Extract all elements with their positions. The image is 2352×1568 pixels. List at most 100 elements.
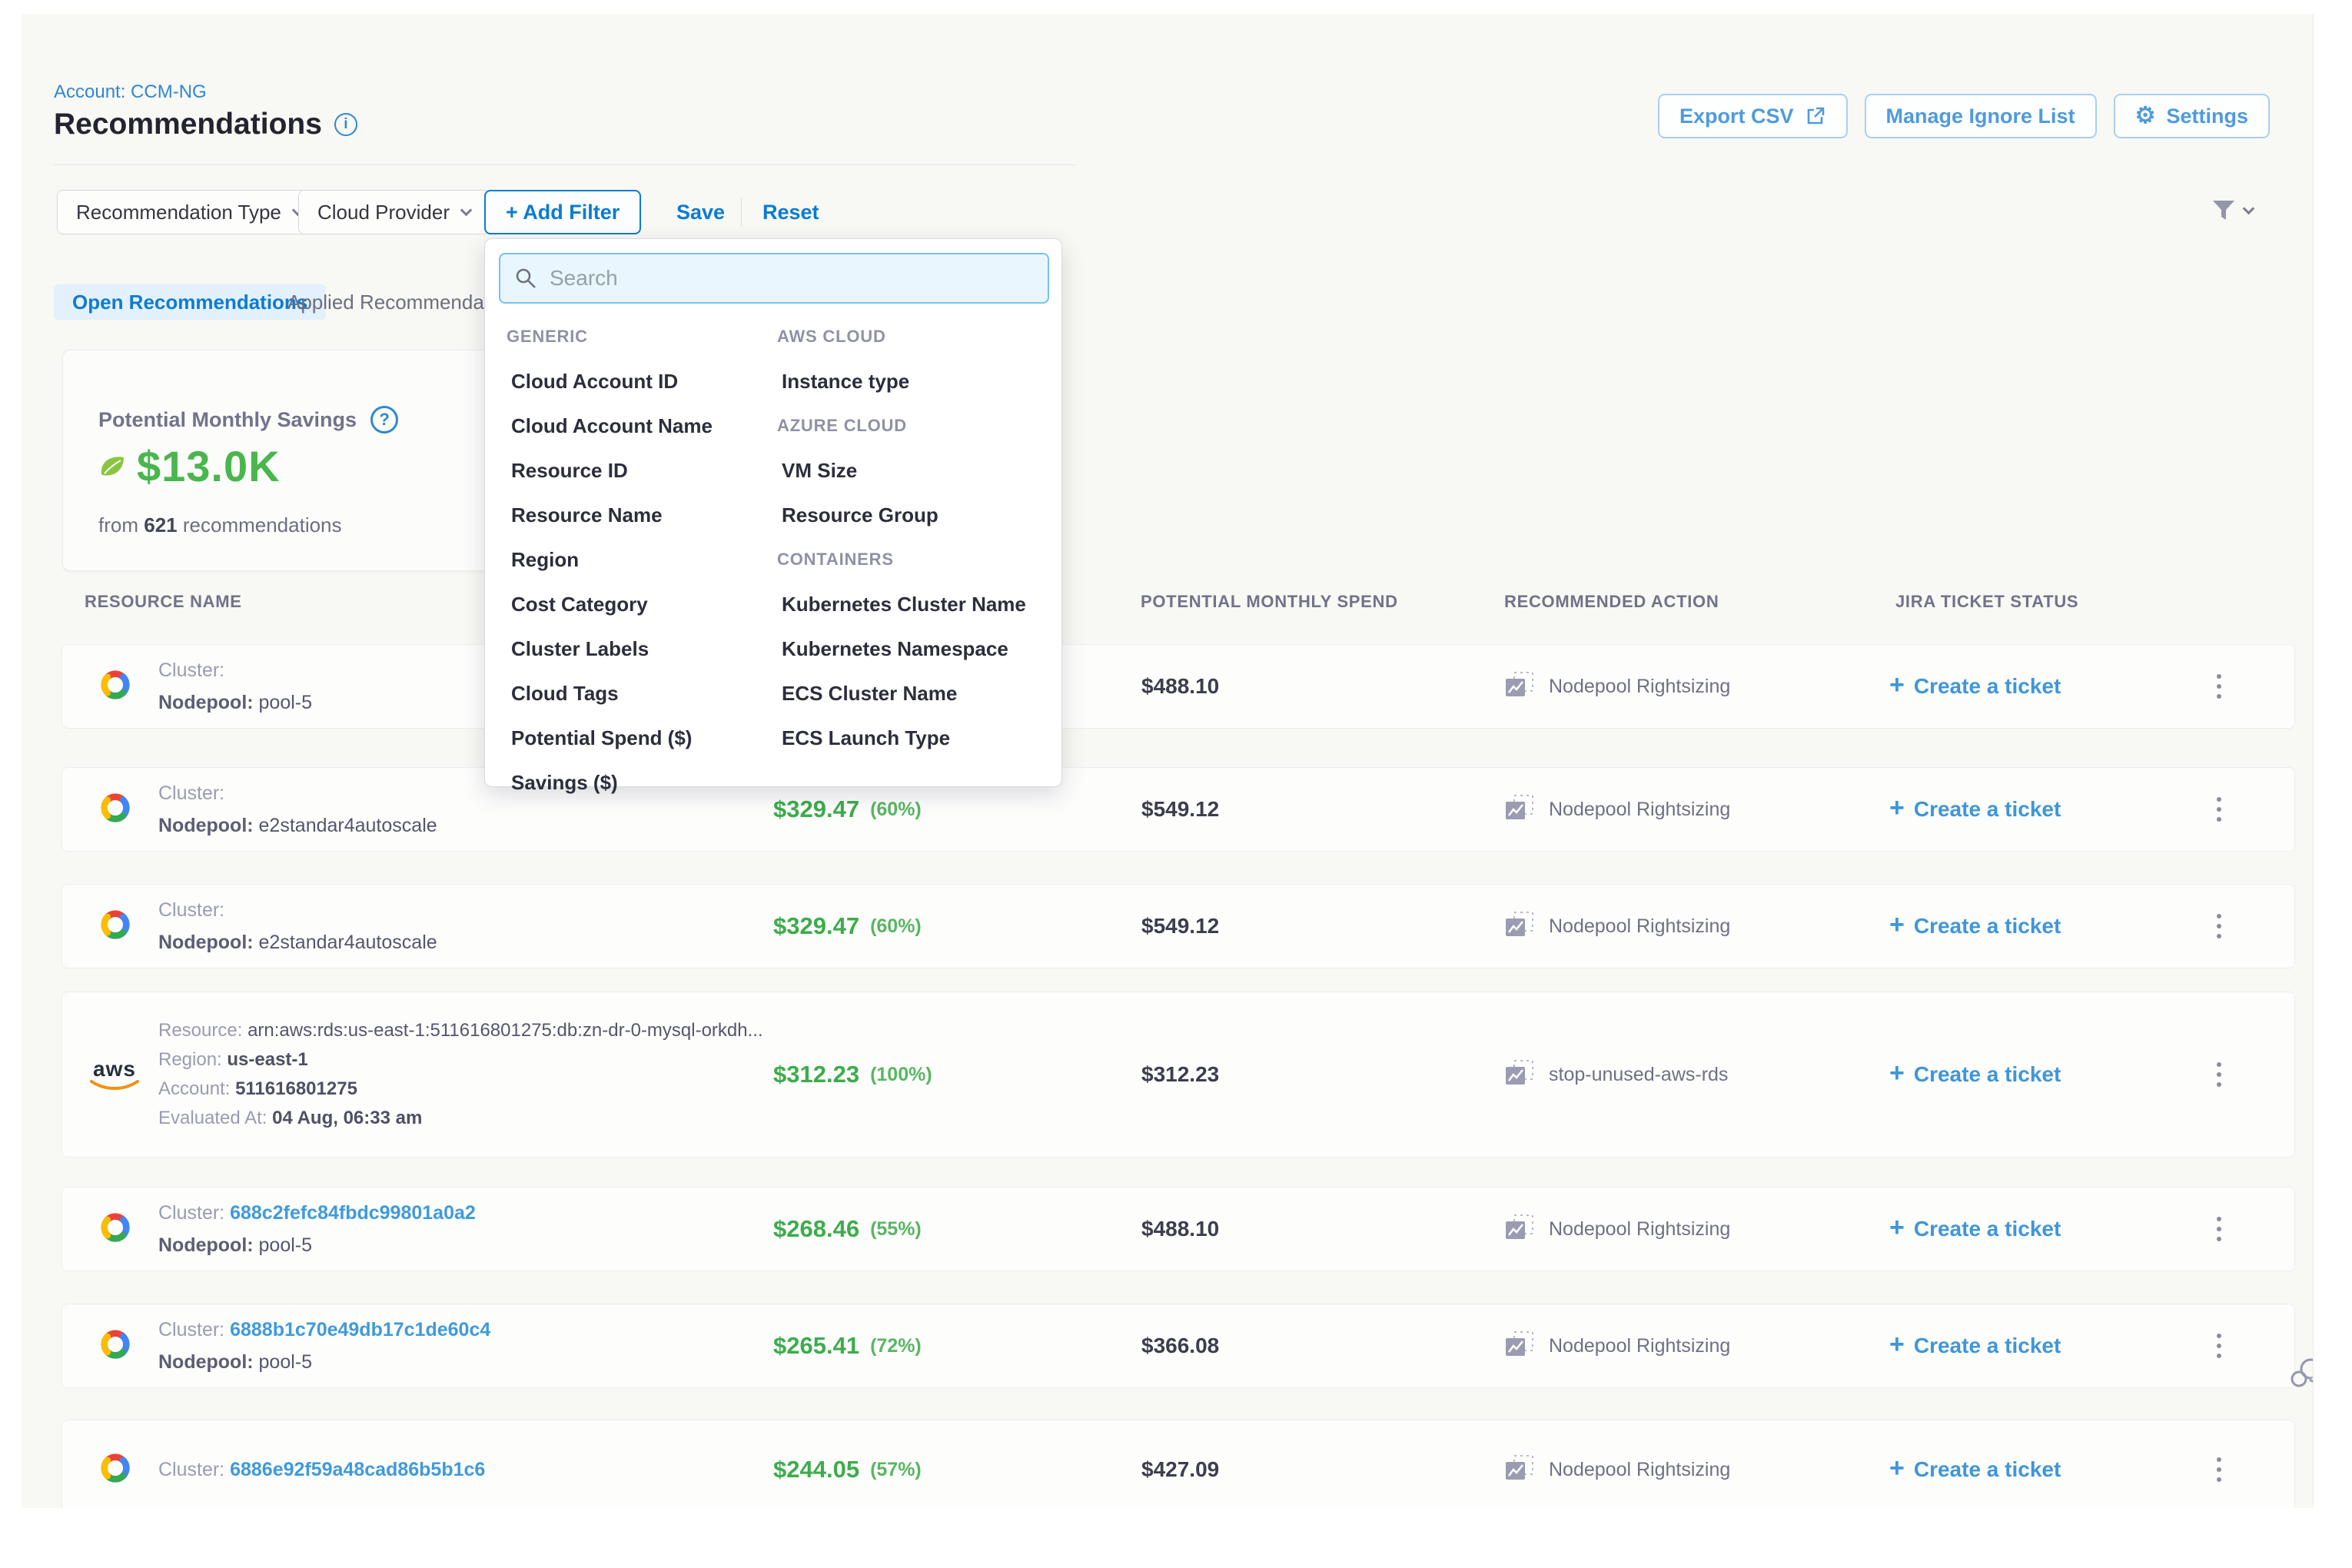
filter-option[interactable]: Instance type bbox=[777, 370, 1054, 394]
resource-line-value: pool-5 bbox=[259, 1351, 313, 1373]
action-cell: stop-unused-aws-rds bbox=[1504, 992, 1728, 1157]
resource-line-label: Account: bbox=[158, 1078, 235, 1099]
resource-link[interactable]: 688c2fefc84fbdc99801a0a2 bbox=[230, 1202, 476, 1224]
filter-option[interactable]: Potential Spend ($) bbox=[507, 726, 777, 750]
resource-line: Nodepool: e2standar4autoscale bbox=[158, 926, 437, 958]
action-label: Nodepool Rightsizing bbox=[1549, 915, 1730, 938]
table-row: aws Resource: arn:aws:rds:us-east-1:5116… bbox=[61, 992, 2295, 1158]
save-filter-button[interactable]: Save bbox=[676, 190, 725, 234]
savings-percent: (55%) bbox=[870, 1218, 922, 1241]
create-ticket-button[interactable]: + Create a ticket bbox=[1889, 1304, 2061, 1387]
filter-option[interactable]: Resource Name bbox=[507, 503, 777, 527]
savings-percent: (57%) bbox=[870, 1459, 922, 1481]
filter-group-label: AWS CLOUD bbox=[777, 327, 1054, 347]
filter-option[interactable]: Cluster Labels bbox=[507, 637, 777, 661]
row-menu-button[interactable] bbox=[2204, 992, 2234, 1157]
resource-line: Nodepool: pool-5 bbox=[158, 1346, 490, 1378]
account-breadcrumb-link[interactable]: Account: CCM-NG bbox=[54, 81, 207, 103]
recommendation-type-label: Recommendation Type bbox=[76, 201, 281, 224]
kebab-dot bbox=[2217, 1354, 2221, 1358]
filter-panel-toggle[interactable] bbox=[2211, 198, 2253, 223]
resource-line-label: Region: bbox=[158, 1049, 227, 1070]
filter-option[interactable]: Region bbox=[507, 548, 777, 572]
resource-line-label: Nodepool: bbox=[158, 815, 259, 836]
rightsizing-icon bbox=[1504, 1330, 1535, 1362]
filter-option[interactable]: ECS Cluster Name bbox=[777, 682, 1054, 706]
spend-cell: $366.08 bbox=[1141, 1304, 1219, 1387]
resource-line-label: Cluster: bbox=[158, 1319, 230, 1340]
resource-link[interactable]: 6886e92f59a48cad86b5b1c6 bbox=[230, 1459, 485, 1480]
filter-option[interactable]: Cloud Account ID bbox=[507, 370, 777, 394]
kebab-dot bbox=[2217, 684, 2221, 689]
filter-option[interactable]: ECS Launch Type bbox=[777, 726, 1054, 750]
row-menu-button[interactable] bbox=[2204, 768, 2234, 851]
add-filter-label: + Add Filter bbox=[506, 201, 620, 224]
filter-option[interactable]: Cloud Tags bbox=[507, 682, 777, 706]
resource-link[interactable]: 6888b1c70e49db17c1de60c4 bbox=[230, 1319, 490, 1340]
help-icon[interactable]: ? bbox=[370, 406, 398, 434]
resource-line: Evaluated At: 04 Aug, 06:33 am bbox=[158, 1104, 763, 1133]
column-header-recommended-action: RECOMMENDED ACTION bbox=[1504, 592, 1719, 612]
create-ticket-button[interactable]: + Create a ticket bbox=[1889, 645, 2061, 728]
filter-option[interactable]: Kubernetes Cluster Name bbox=[777, 593, 1054, 616]
row-menu-button[interactable] bbox=[2204, 1188, 2234, 1271]
rightsizing-icon bbox=[1504, 1059, 1535, 1091]
export-csv-button[interactable]: Export CSV bbox=[1658, 94, 1848, 138]
tab-applied-recommendations[interactable]: Applied Recommendatio bbox=[287, 284, 505, 320]
create-ticket-button[interactable]: + Create a ticket bbox=[1889, 1420, 2061, 1508]
resource-line-label: Evaluated At: bbox=[158, 1108, 272, 1128]
create-ticket-label: Create a ticket bbox=[1914, 1457, 2061, 1482]
resource-line: Nodepool: pool-5 bbox=[158, 686, 312, 719]
resource-line-value: us-east-1 bbox=[227, 1049, 307, 1070]
add-filter-button[interactable]: + Add Filter bbox=[484, 190, 641, 234]
filter-option[interactable]: Resource ID bbox=[507, 459, 777, 483]
provider-icon-wrap: aws bbox=[98, 1188, 133, 1271]
rightsizing-icon bbox=[1504, 911, 1535, 942]
gear-icon: ⚙ bbox=[2135, 105, 2156, 128]
resource-line: Cluster: 6886e92f59a48cad86b5b1c6 bbox=[158, 1453, 485, 1486]
plus-icon: + bbox=[1889, 1214, 1905, 1241]
create-ticket-button[interactable]: + Create a ticket bbox=[1889, 885, 2061, 968]
row-menu-button[interactable] bbox=[2204, 1304, 2234, 1387]
filter-option[interactable]: Resource Group bbox=[777, 503, 1054, 527]
rightsizing-icon bbox=[1504, 794, 1535, 826]
create-ticket-label: Create a ticket bbox=[1914, 1062, 2061, 1087]
recommendation-type-filter[interactable]: Recommendation Type bbox=[57, 190, 321, 234]
spend-cell: $549.12 bbox=[1141, 768, 1219, 851]
resource-line: Nodepool: e2standar4autoscale bbox=[158, 809, 437, 842]
info-icon[interactable]: i bbox=[334, 113, 357, 136]
create-ticket-button[interactable]: + Create a ticket bbox=[1889, 992, 2061, 1157]
row-menu-button[interactable] bbox=[2204, 885, 2234, 968]
resource-line: Cluster: bbox=[158, 894, 437, 926]
manage-ignore-list-button[interactable]: Manage Ignore List bbox=[1865, 94, 2097, 138]
row-menu-button[interactable] bbox=[2204, 645, 2234, 728]
action-label: Nodepool Rightsizing bbox=[1549, 799, 1730, 821]
savings-cell: $329.47 (60%) bbox=[773, 885, 922, 968]
cloud-provider-filter[interactable]: Cloud Provider bbox=[298, 190, 490, 234]
filter-option[interactable]: Cloud Account Name bbox=[507, 414, 777, 438]
create-ticket-button[interactable]: + Create a ticket bbox=[1889, 1188, 2061, 1271]
reset-filter-button[interactable]: Reset bbox=[762, 190, 819, 234]
savings-value: $265.41 bbox=[773, 1332, 859, 1360]
support-chat-icon[interactable] bbox=[2289, 1357, 2314, 1394]
tab-open-recommendations[interactable]: Open Recommendations bbox=[54, 284, 326, 320]
settings-label: Settings bbox=[2166, 105, 2248, 128]
create-ticket-button[interactable]: + Create a ticket bbox=[1889, 768, 2061, 851]
kebab-dot bbox=[2217, 817, 2221, 822]
filter-option[interactable]: Cost Category bbox=[507, 593, 777, 616]
column-header-jira-ticket-status: JIRA TICKET STATUS bbox=[1895, 592, 2078, 612]
resource-line-value: e2standar4autoscale bbox=[259, 815, 437, 836]
kebab-dot bbox=[2217, 1062, 2221, 1067]
spend-value: $488.10 bbox=[1141, 674, 1219, 699]
search-input[interactable] bbox=[550, 266, 1034, 291]
table-row: aws Cluster: 688c2fefc84fbdc99801a0a2Nod… bbox=[61, 1187, 2295, 1271]
header-divider bbox=[54, 164, 1076, 165]
row-menu-button[interactable] bbox=[2204, 1420, 2234, 1508]
chevron-down-icon bbox=[2243, 202, 2255, 214]
spend-value: $488.10 bbox=[1141, 1217, 1219, 1241]
column-header-potential-monthly-spend: POTENTIAL MONTHLY SPEND bbox=[1141, 592, 1398, 612]
filter-option[interactable]: Kubernetes Namespace bbox=[777, 637, 1054, 661]
filter-option[interactable]: VM Size bbox=[777, 459, 1054, 483]
filter-option[interactable]: Savings ($) bbox=[507, 771, 777, 795]
settings-button[interactable]: ⚙ Settings bbox=[2114, 94, 2270, 138]
